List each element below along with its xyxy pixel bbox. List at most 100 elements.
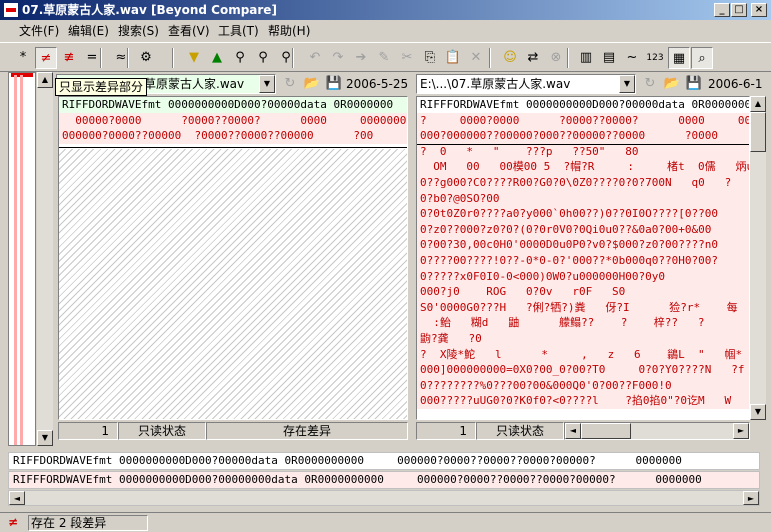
close-button[interactable]: × [751, 3, 767, 17]
left-line-number: 1 [58, 422, 118, 440]
stop-button[interactable]: ⊗ [545, 47, 567, 69]
show-differences-button[interactable]: ≠ [35, 47, 57, 69]
right-open-folder-icon[interactable]: 📂 [662, 74, 682, 94]
right-line: 000?j0 ROG 0?0v r0F S0 [417, 284, 749, 300]
compare-scroll-right[interactable]: ► [743, 491, 759, 505]
rules-button[interactable]: ⚙ [135, 47, 157, 69]
show-same-button[interactable]: = [81, 47, 103, 69]
swap-button[interactable]: ⇄ [522, 47, 544, 69]
left-save-icon[interactable]: 💾 [324, 74, 344, 94]
left-open-folder-icon[interactable]: 📂 [302, 74, 322, 94]
paste-button[interactable]: 📋 [442, 47, 464, 69]
toolbar-separator [489, 48, 491, 68]
side-by-side-button[interactable]: ▥ [575, 47, 597, 69]
right-line: 000?000000??00000?000??00000??0000 ?0000 [417, 128, 749, 144]
right-file-date: 2006-6-1 [708, 77, 763, 91]
right-line-number: 1 [416, 422, 476, 440]
over-under-button[interactable]: ▤ [598, 47, 620, 69]
chevron-down-icon[interactable]: ▼ [619, 75, 635, 93]
number-view-button[interactable]: 123 [644, 47, 666, 69]
left-line-1: RIFFDORDWAVEfmt 0000000000D000?00000data… [59, 97, 407, 113]
find-button[interactable]: ⚲ [229, 47, 251, 69]
toolbar-separator [172, 48, 174, 68]
next-diff-button[interactable]: ▼ [183, 47, 205, 69]
menu-search[interactable]: 搜索(S) [118, 23, 159, 39]
diff-count-text: 存在 2 段差异 [28, 515, 148, 531]
left-readonly-status: 只读状态 [118, 422, 206, 440]
show-diff-lines-button[interactable]: ≢ [58, 47, 80, 69]
menu-file[interactable]: 文件(F) [19, 23, 59, 39]
menu-tools[interactable]: 工具(T) [218, 23, 259, 39]
compare-line-right: RIFFFORDWAVEfmt 0000000000D000?00000000d… [8, 471, 760, 489]
copy-to-other-button[interactable]: ➔ [350, 47, 372, 69]
menu-edit[interactable]: 编辑(E) [68, 23, 109, 39]
right-line: 0????00????!0??-0*0-0?'000??*0b000q0??0H… [417, 252, 749, 269]
right-line: OM 00 00模00 5 ?帽?R : 楮t 0儒 炳u [417, 159, 749, 175]
toolbar-separator [567, 48, 569, 68]
right-line: 0?00?30,00c0H0'0000D0u0P0?v0?$000?z0?00?… [417, 237, 749, 253]
left-line-2: 00000?0000 ?0000??0000? 0000 0000000 [59, 112, 407, 129]
overview-scrollbar[interactable]: ▲ ▼ [37, 72, 53, 446]
right-line: 0?0t0Z0r0????a0?y000`0h00??)0??0I0O????[… [417, 206, 749, 222]
diff-gutter [8, 72, 36, 446]
right-save-icon[interactable]: 💾 [684, 74, 704, 94]
compare-horizontal-scrollbar[interactable]: ◄ ► [8, 490, 760, 506]
prev-diff-button[interactable]: ▲ [206, 47, 228, 69]
compare-line-left: RIFFDORDWAVEfmt 0000000000D000?00000data… [8, 452, 760, 470]
right-line: ? X陵*鮀 l * , z 6 鶲L " 帼* B [417, 346, 749, 363]
right-line: ? 0000?0000 ?0000??0000? 0000 000 [417, 112, 749, 129]
menu-bar: 文件(F) 编辑(E) 搜索(S) 查看(V) 工具(T) 帮助(H) [0, 20, 771, 42]
right-scroll-down[interactable]: ▼ [750, 404, 766, 420]
home-button[interactable]: ☺ [499, 47, 521, 69]
app-icon [3, 2, 19, 18]
hex-view-button[interactable]: ▦ [668, 47, 690, 69]
chevron-down-icon[interactable]: ▼ [259, 75, 275, 93]
redo-button[interactable]: ↷ [327, 47, 349, 69]
left-diff-status: 存在差异 [206, 422, 408, 440]
right-line: RIFFFORDWAVEfmt 0000000000D000?00000data… [417, 97, 749, 113]
delete-button[interactable]: ✕ [465, 47, 487, 69]
find-next-button[interactable]: ⚲ [252, 47, 274, 69]
right-horizontal-scrollbar[interactable]: ◄ ► [564, 422, 750, 440]
menu-view[interactable]: 查看(V) [168, 23, 210, 39]
right-line: 0?????x0F0I0-0<000)0W0?u000000H00?0y0 [417, 268, 749, 285]
right-scroll-up[interactable]: ▲ [750, 96, 766, 112]
left-refresh-icon[interactable]: ↻ [280, 74, 300, 94]
right-pane-status: 1 只读状态 ◄ ► [416, 422, 766, 440]
right-line: S0'0000G0???H ?俐?牺?)粪 伢?I 猃?r* 每 [417, 299, 749, 316]
zoom-button[interactable]: ⌕ [691, 47, 713, 69]
menu-help[interactable]: 帮助(H) [268, 23, 310, 39]
gutter-line-left [14, 75, 17, 445]
right-hex-pane[interactable]: RIFFFORDWAVEfmt 0000000000D000?00000data… [416, 96, 750, 420]
right-line: 000]000000000=0X0?00_0?00?T0 0?0?Y0????N… [417, 362, 749, 378]
left-hex-pane[interactable]: RIFFDORDWAVEfmt 0000000000D000?00000data… [58, 96, 408, 420]
right-path-combo[interactable]: E:\...\07.草原蒙古人家.wav ▼ [416, 74, 636, 94]
right-line: 0?b0?@0SO?00 [417, 190, 749, 207]
gutter-line-right [20, 75, 23, 445]
copy-button[interactable]: ⎘ [419, 47, 441, 69]
right-refresh-icon[interactable]: ↻ [640, 74, 660, 94]
pane-divider [59, 147, 407, 148]
minimize-button[interactable]: _ [714, 3, 730, 17]
maximize-button[interactable]: □ [731, 3, 747, 17]
right-line: 0????????%0???00?00&000Q0'0?00??F000!0 [417, 377, 749, 394]
right-hscroll-left[interactable]: ◄ [565, 423, 581, 439]
compare-scroll-left[interactable]: ◄ [9, 491, 25, 505]
show-all-button[interactable]: * [12, 47, 34, 69]
left-file-date: 2006-5-25 [346, 77, 409, 91]
find-prev-button[interactable]: ⚲ [275, 47, 297, 69]
overview-scroll-up[interactable]: ▲ [37, 72, 53, 88]
right-vertical-scrollbar[interactable]: ▲ ▼ [750, 96, 766, 420]
toolbar: * ≠ ≢ = ≈ ⚙ ▼ ▲ ⚲ ⚲ ⚲ ↶ ↷ ➔ ✎ ✂ ⎘ 📋 ✕ ☺ ⇄ ⊗ ▥ ▤ ~123 ▦ ⌕ [0, 42, 771, 72]
right-scroll-thumb[interactable] [750, 112, 766, 152]
right-hscroll-right[interactable]: ► [733, 423, 749, 439]
edit-button[interactable]: ✎ [373, 47, 395, 69]
diff-status-icon: ≠ [8, 515, 19, 529]
show-similar-button[interactable]: ≈ [110, 47, 132, 69]
undo-button[interactable]: ↶ [304, 47, 326, 69]
cut-button[interactable]: ✂ [396, 47, 418, 69]
text-view-button[interactable]: ~ [621, 47, 643, 69]
overview-scroll-down[interactable]: ▼ [37, 430, 53, 446]
right-hscroll-thumb[interactable] [581, 423, 631, 439]
left-pane-spacer [392, 96, 408, 420]
